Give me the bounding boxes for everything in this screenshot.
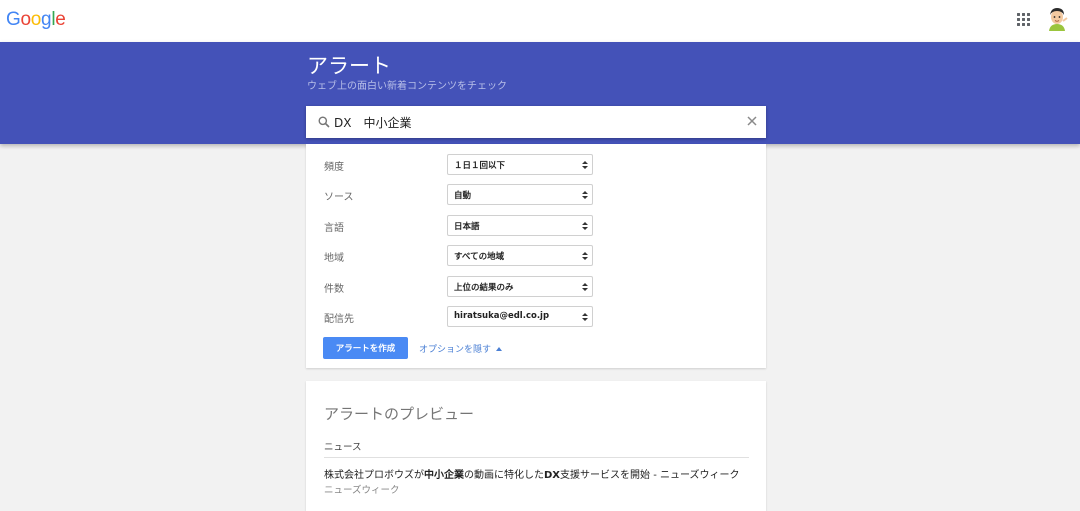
option-row-region: 地域 すべての地域	[306, 245, 766, 267]
region-select[interactable]: すべての地域	[447, 245, 593, 266]
top-bar: Google	[0, 0, 1080, 42]
option-row-deliver-to: 配信先 hiratsuka@edl.co.jp	[306, 306, 766, 328]
option-label: 配信先	[324, 314, 354, 325]
alert-options-panel: 頻度 １日１回以下 ソース 自動 言語 日本語 地域 すべての地域 件数 上位の…	[306, 144, 766, 368]
close-icon[interactable]	[746, 115, 758, 127]
alert-query-input[interactable]	[334, 112, 734, 132]
option-label: ソース	[324, 192, 354, 203]
frequency-select[interactable]: １日１回以下	[447, 154, 593, 175]
updown-arrows-icon	[582, 283, 588, 291]
page-subtitle: ウェブ上の面白い新着コンテンツをチェック	[307, 81, 507, 92]
option-label: 地域	[324, 253, 344, 264]
hide-options-link[interactable]: オプションを隠す	[419, 342, 503, 355]
updown-arrows-icon	[582, 222, 588, 230]
preview-section-label: ニュース	[324, 442, 362, 453]
preview-article-link[interactable]: 株式会社プロボウズが中小企業の動画に特化したDX支援サービスを開始 - ニューズ…	[324, 466, 760, 481]
google-logo[interactable]: Google	[6, 9, 66, 31]
option-row-count: 件数 上位の結果のみ	[306, 276, 766, 298]
updown-arrows-icon	[582, 313, 588, 321]
alert-preview-panel: アラートのプレビュー ニュース 株式会社プロボウズが中小企業の動画に特化したDX…	[306, 381, 766, 511]
divider	[324, 457, 749, 458]
avatar-icon[interactable]	[1046, 7, 1068, 31]
language-select[interactable]: 日本語	[447, 215, 593, 236]
updown-arrows-icon	[582, 191, 588, 199]
option-row-language: 言語 日本語	[306, 215, 766, 237]
apps-grid-icon[interactable]	[1017, 13, 1030, 26]
source-select[interactable]: 自動	[447, 184, 593, 205]
page-title: アラート	[307, 54, 391, 78]
preview-title: アラートのプレビュー	[324, 405, 475, 423]
updown-arrows-icon	[582, 252, 588, 260]
deliver-to-select[interactable]: hiratsuka@edl.co.jp	[447, 306, 593, 327]
create-alert-button[interactable]: アラートを作成	[323, 337, 408, 359]
preview-article-source: ニューズウィーク	[324, 485, 400, 496]
option-row-source: ソース 自動	[306, 184, 766, 206]
option-label: 言語	[324, 223, 344, 234]
search-icon	[318, 116, 330, 128]
count-select[interactable]: 上位の結果のみ	[447, 276, 593, 297]
caret-up-icon	[496, 347, 503, 351]
alert-query-box	[306, 106, 766, 138]
updown-arrows-icon	[582, 161, 588, 169]
option-label: 頻度	[324, 162, 344, 173]
option-label: 件数	[324, 284, 344, 295]
option-row-frequency: 頻度 １日１回以下	[306, 154, 766, 176]
